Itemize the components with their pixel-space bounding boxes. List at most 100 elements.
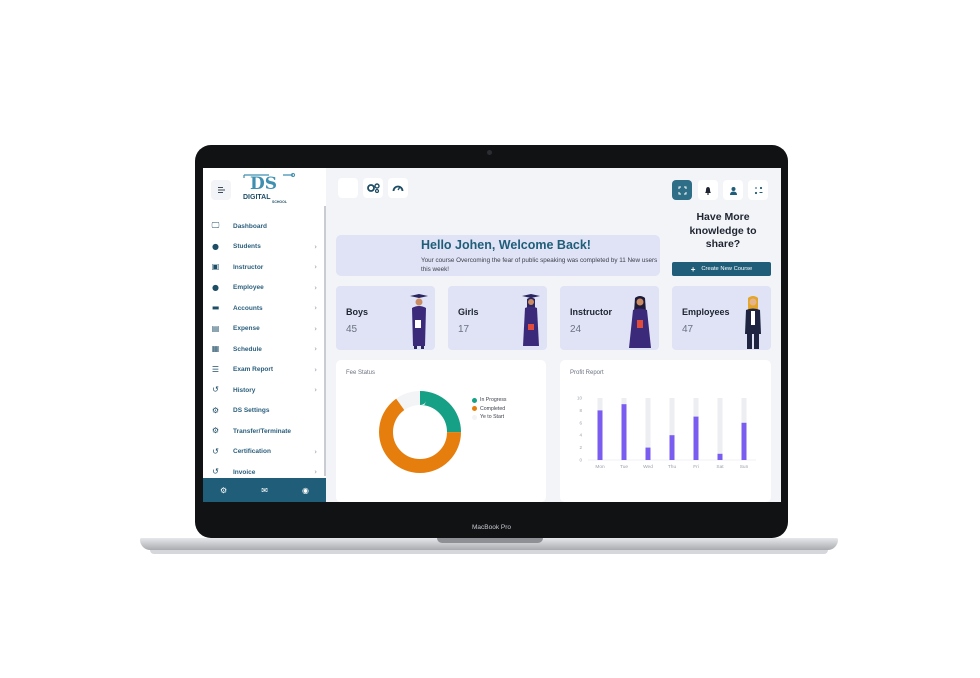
svg-text:DS: DS	[250, 174, 277, 194]
menu-toggle-button[interactable]	[211, 180, 231, 200]
blank-button[interactable]	[338, 178, 358, 198]
y-tick-label: 10	[577, 396, 583, 401]
sidebar-item-label: Invoice	[233, 468, 256, 476]
sidebar-item-label: Transfer/Terminate	[233, 427, 292, 435]
chevron-right-icon: ›	[314, 386, 317, 395]
sidebar-scrollbar[interactable]	[324, 206, 326, 476]
sidebar-nav: 🖵 Dashboard ● Students › ▣ Instructor › ● Employe…	[203, 216, 323, 483]
y-tick-label: 6	[579, 420, 582, 425]
bar-wed[interactable]	[645, 447, 651, 460]
stat-label: Girls	[458, 307, 479, 317]
x-tick-label: Mon	[595, 464, 605, 470]
settings-button[interactable]	[363, 178, 383, 198]
bar-sat[interactable]	[717, 453, 723, 460]
legend-swatch	[472, 397, 477, 403]
sidebar-item-students[interactable]: ● Students ›	[203, 237, 323, 258]
chevron-right-icon: ›	[314, 345, 317, 354]
x-tick-label: Wed	[643, 464, 653, 470]
svg-text:SCHOOL: SCHOOL	[272, 200, 288, 204]
bar-thu[interactable]	[669, 435, 675, 460]
gears-icon: ⚙	[211, 426, 220, 435]
presentation-icon: ▣	[211, 262, 220, 271]
chevron-right-icon: ›	[314, 365, 317, 374]
legend-item[interactable]: Completed	[472, 405, 507, 414]
history-icon: ↺	[212, 385, 219, 394]
power-icon[interactable]: ◉	[302, 486, 309, 495]
stat-card-girls[interactable]: Girls 17	[448, 286, 547, 350]
sidebar-item-ds-settings[interactable]: ⚙ DS Settings	[203, 401, 323, 422]
digital-school-logo: DS DIGITAL SCHOOL	[243, 173, 295, 204]
gears-icon: ⚙	[211, 405, 220, 415]
fullscreen-icon	[678, 186, 686, 194]
x-tick-label: Tue	[620, 464, 628, 470]
create-new-course-button[interactable]: + Create New Course	[672, 262, 771, 276]
x-tick-label: Fri	[693, 464, 699, 470]
y-tick-label: 2	[579, 445, 582, 450]
sidebar-item-instructor[interactable]: ▣ Instructor ›	[203, 257, 323, 278]
bar-mon[interactable]	[597, 410, 603, 460]
bar-tue[interactable]	[621, 404, 627, 460]
welcome-message: Your course Overcoming the fear of publi…	[421, 257, 658, 273]
laptop-notch	[437, 538, 543, 543]
sidebar-item-label: Students	[233, 243, 261, 251]
x-tick-label: Thu	[668, 464, 677, 470]
bar-sun[interactable]	[741, 422, 747, 460]
sidebar-item-employee[interactable]: ● Employee ›	[203, 278, 323, 299]
chevron-right-icon: ›	[314, 283, 317, 292]
instructor-illustration	[629, 296, 651, 348]
welcome-banner: Hello Johen, Welcome Back! Your course O…	[336, 235, 660, 276]
sidebar-item-dashboard[interactable]: 🖵 Dashboard	[203, 216, 323, 237]
user-icon	[729, 186, 737, 195]
stat-value: 47	[682, 324, 694, 335]
y-tick-label: 0	[579, 458, 582, 463]
monitor-icon: 🖵	[211, 220, 220, 230]
sidebar-item-certification[interactable]: ↺ Certification ›	[203, 442, 323, 463]
stat-value: 24	[570, 324, 582, 335]
chevron-right-icon: ›	[314, 304, 317, 313]
fullscreen-button[interactable]	[672, 180, 692, 200]
sidebar-item-expense[interactable]: ▤ Expense ›	[203, 319, 323, 340]
stat-value: 45	[346, 324, 358, 335]
chevron-right-icon: ›	[314, 447, 317, 456]
sidebar-item-accounts[interactable]: ▬ Accounts ›	[203, 298, 323, 319]
chevron-right-icon: ›	[314, 468, 317, 477]
y-tick-label: 4	[579, 433, 582, 438]
history-icon: ↺	[212, 446, 219, 456]
apps-button[interactable]	[748, 180, 768, 200]
profit-report-bar-chart: 0 2 4 6 8 10 Mon Tue Wed Thu Fri Sat Sun	[577, 396, 756, 470]
user-icon: ●	[212, 282, 219, 292]
stat-card-employees[interactable]: Employees 47	[672, 286, 771, 350]
x-tick-label: Sat	[716, 464, 724, 470]
fee-status-legend: In Progress Completed Ye to Start	[472, 396, 507, 422]
sidebar-item-exam-report[interactable]: ☰ Exam Report ›	[203, 360, 323, 381]
legend-swatch	[472, 414, 477, 420]
legend-label: Completed	[480, 405, 506, 412]
camera	[487, 150, 492, 155]
legend-item[interactable]: Ye to Start	[472, 413, 507, 422]
bar-fri[interactable]	[693, 416, 699, 460]
sidebar-item-transfer-terminate[interactable]: ⚙ Transfer/Terminate	[203, 421, 323, 442]
sidebar-item-history[interactable]: ↺ History ›	[203, 380, 323, 401]
chevron-right-icon: ›	[314, 324, 317, 333]
sidebar-item-schedule[interactable]: ▦ Schedule ›	[203, 339, 323, 360]
sidebar-item-label: Certification	[233, 448, 271, 456]
welcome-title: Hello Johen, Welcome Back!	[421, 238, 591, 252]
device-model-label: MacBook Pro	[471, 524, 512, 531]
stat-card-boys[interactable]: Boys 45	[336, 286, 435, 350]
dashboard-speed-button[interactable]	[388, 178, 408, 198]
notifications-button[interactable]	[698, 180, 718, 200]
bar-track	[717, 398, 723, 460]
gear-icon[interactable]: ⚙	[220, 486, 227, 495]
file-icon: ▤	[211, 323, 220, 333]
legend-item[interactable]: In Progress	[472, 396, 507, 405]
legend-label: Ye to Start	[480, 414, 505, 421]
profile-button[interactable]	[723, 180, 743, 200]
mail-icon[interactable]: ✉	[261, 486, 268, 495]
share-knowledge-title: Have More knowledge to share?	[689, 211, 757, 250]
stat-label: Boys	[346, 307, 369, 317]
apps-icon	[754, 186, 762, 194]
stat-label: Employees	[682, 307, 730, 317]
stat-card-instructor[interactable]: Instructor 24	[560, 286, 659, 350]
create-new-course-label: Create New Course	[701, 266, 753, 272]
stat-value: 17	[458, 324, 470, 335]
